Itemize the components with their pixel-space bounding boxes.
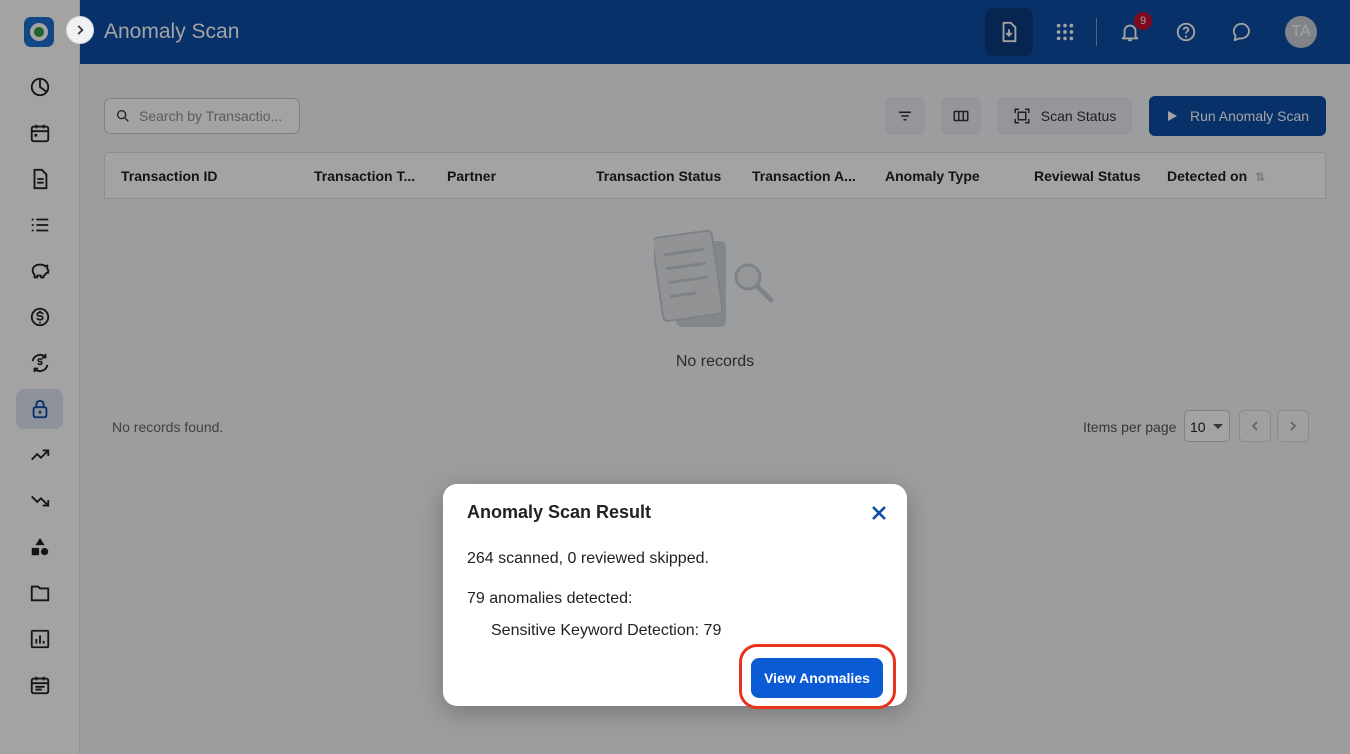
sidebar-expand-button[interactable] — [66, 16, 94, 44]
chevron-right-icon — [77, 25, 84, 35]
view-anomalies-button[interactable]: View Anomalies — [751, 658, 883, 698]
close-button[interactable] — [867, 501, 891, 525]
scan-summary-text: 264 scanned, 0 reviewed skipped. — [467, 550, 709, 567]
anomaly-detail-text: Sensitive Keyword Detection: 79 — [491, 622, 722, 639]
anomalies-detected-text: 79 anomalies detected: — [467, 590, 633, 607]
dialog-title: Anomaly Scan Result — [467, 502, 652, 522]
close-icon — [872, 506, 886, 520]
anomaly-scan-result-dialog: Anomaly Scan Result 264 scanned, 0 revie… — [443, 484, 907, 709]
